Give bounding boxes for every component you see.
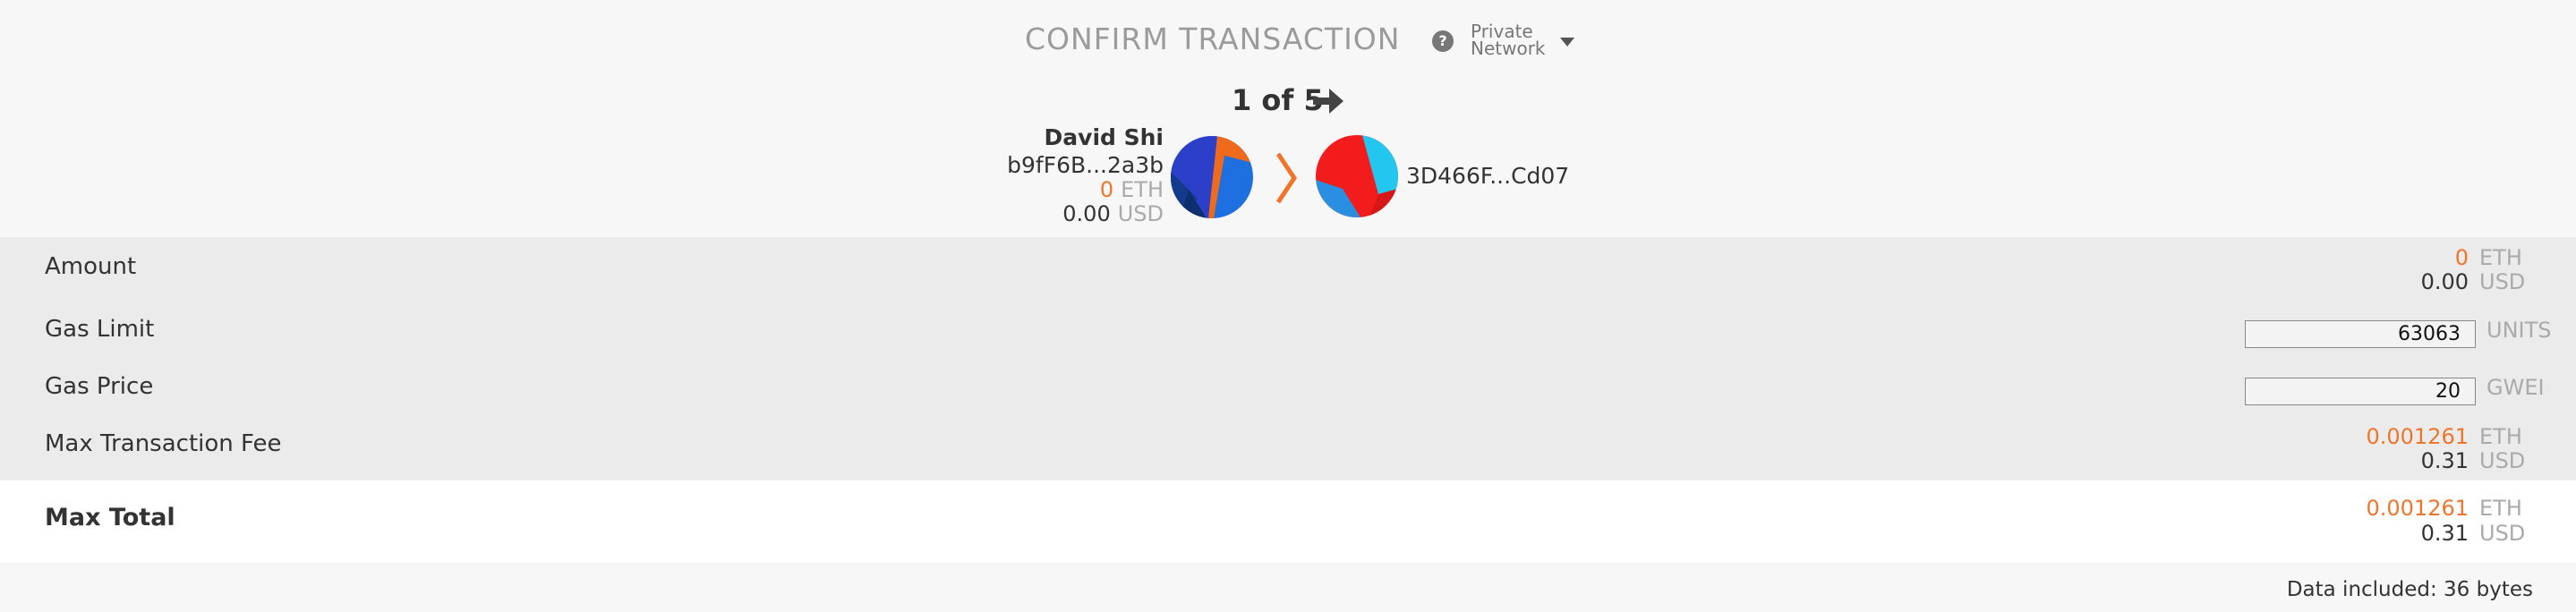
max-total-eth-value: 0.001261 (2366, 496, 2469, 521)
transaction-details: Amount 0 ETH 0.00 USD Gas Limit 63063 UNIT… (0, 237, 2576, 480)
max-total-usd-unit: USD (2479, 521, 2526, 546)
question-circle-icon[interactable]: ? (1432, 30, 1454, 52)
max-total-eth-unit: ETH (2479, 496, 2522, 521)
amount-eth: 0 ETH (2455, 245, 2531, 270)
chevron-right-icon (1275, 152, 1298, 204)
sender-address: b9fF6B...2a3b (1007, 152, 1164, 178)
amount-eth-unit: ETH (2479, 245, 2522, 270)
page-title: CONFIRM TRANSACTION (1025, 21, 1401, 56)
sender-eth-unit: ETH (1121, 177, 1164, 202)
sender-name: David Shi (1044, 124, 1164, 150)
max-fee-label: Max Transaction Fee (45, 430, 282, 457)
amount-eth-value: 0 (2454, 245, 2469, 270)
arrow-right-icon[interactable] (1309, 82, 1347, 120)
max-fee-usd-value: 0.31 (2420, 448, 2469, 473)
amount-usd: 0.00 USD (2421, 269, 2531, 294)
sender-usd-unit: USD (1117, 201, 1164, 226)
max-fee-eth-value: 0.001261 (2366, 424, 2469, 449)
max-fee-eth-unit: ETH (2479, 424, 2522, 449)
sender-identicon (1171, 136, 1253, 218)
sender-usd-balance: 0.00 USD (1062, 201, 1164, 226)
network-label-line2: Network (1471, 38, 1546, 59)
network-selector[interactable]: Private Network (1471, 22, 1546, 59)
gas-price-label: Gas Price (45, 373, 154, 400)
gas-price-unit: GWEI (2486, 375, 2545, 400)
amount-usd-unit: USD (2479, 269, 2526, 294)
sender-usd-value: 0.00 (1062, 201, 1111, 226)
max-total-eth: 0.001261 ETH (2366, 496, 2531, 521)
caret-down-icon[interactable] (1560, 38, 1574, 47)
recipient-identicon (1316, 135, 1398, 217)
max-total-usd-value: 0.31 (2420, 521, 2469, 546)
gas-limit-unit: UNITS (2486, 318, 2552, 343)
max-total-label: Max Total (45, 504, 175, 531)
data-included-note: Data included: 36 bytes (2286, 578, 2533, 601)
gas-price-input[interactable]: 20 (2245, 378, 2476, 405)
gas-limit-input[interactable]: 63063 (2245, 320, 2476, 348)
max-fee-usd-unit: USD (2479, 448, 2526, 473)
amount-label: Amount (45, 253, 137, 280)
max-total-row: Max Total 0.001261 ETH 0.31 USD (0, 480, 2576, 563)
sender-eth-balance: 0 ETH (1100, 177, 1164, 202)
max-fee-eth: 0.001261 ETH (2366, 424, 2531, 449)
gas-limit-label: Gas Limit (45, 316, 155, 343)
sender-eth-value: 0 (1099, 177, 1114, 202)
recipient-address: 3D466F...Cd07 (1406, 163, 1570, 189)
max-total-usd: 0.31 USD (2421, 521, 2531, 546)
max-fee-usd: 0.31 USD (2421, 448, 2531, 473)
amount-usd-value: 0.00 (2420, 269, 2469, 294)
